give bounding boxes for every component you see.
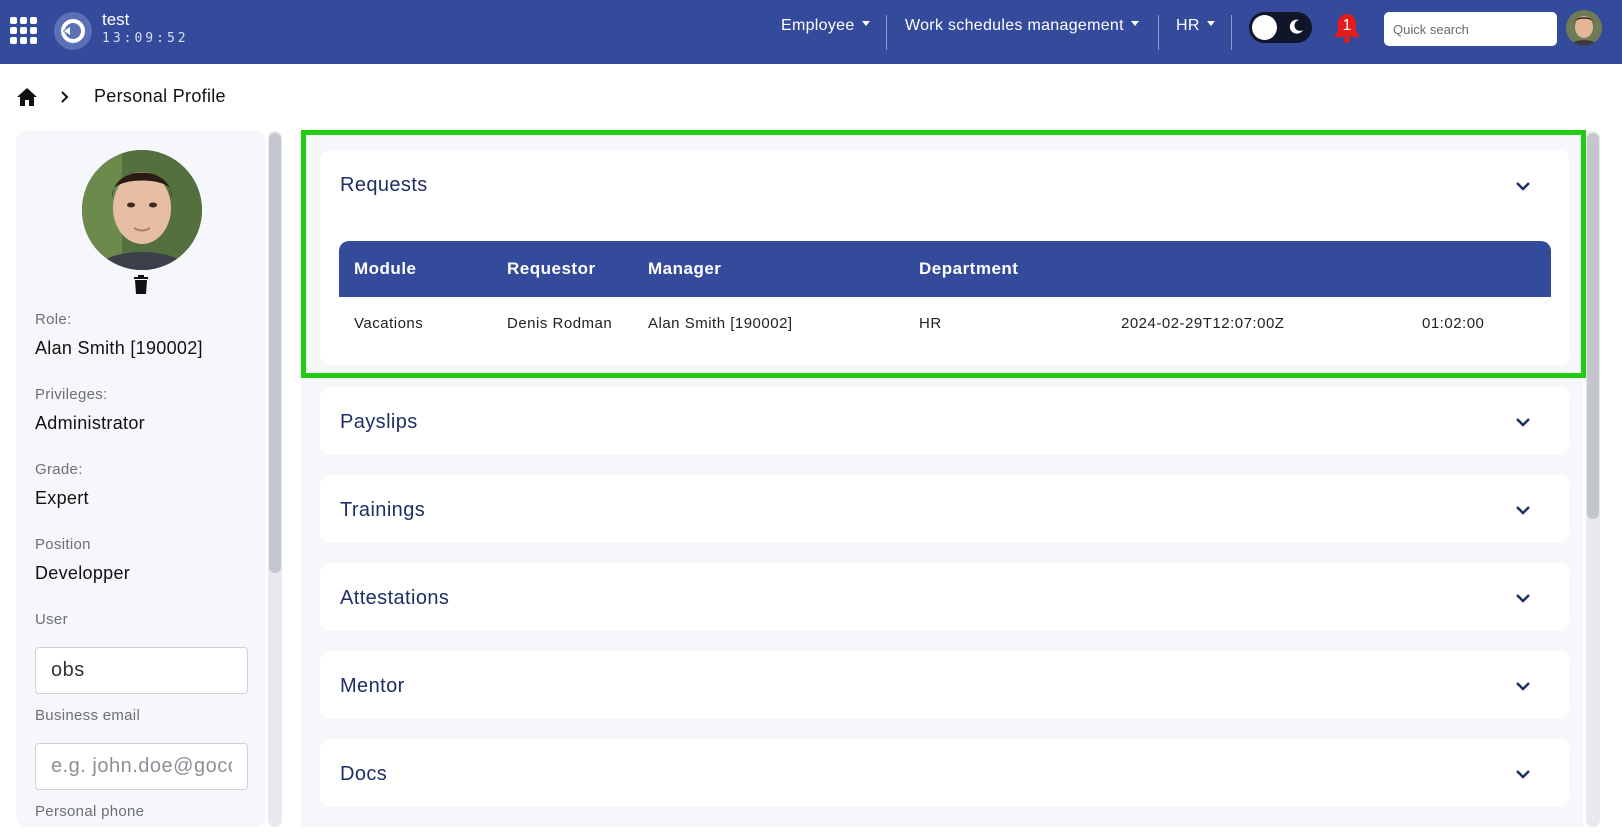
column-header: Requestor bbox=[507, 259, 596, 278]
notification-bell-icon[interactable]: 1 bbox=[1333, 12, 1361, 44]
scrollbar-thumb[interactable] bbox=[269, 133, 281, 573]
profile-photo bbox=[82, 150, 202, 270]
top-navbar: test 13:09:52 Employee Work schedules ma… bbox=[0, 0, 1622, 64]
chevron-down-icon[interactable] bbox=[1515, 769, 1531, 779]
menu-work-schedules[interactable]: Work schedules management bbox=[905, 17, 1139, 39]
profile-panel: Role: Alan Smith [190002] Privileges: Ad… bbox=[16, 131, 266, 827]
mentor-section[interactable]: Mentor bbox=[320, 651, 1569, 719]
chevron-down-icon[interactable] bbox=[1515, 505, 1531, 515]
menu-work-schedules-label: Work schedules management bbox=[905, 17, 1124, 34]
menu-employee-label: Employee bbox=[781, 17, 855, 34]
docs-header[interactable]: Docs bbox=[340, 763, 387, 786]
mentor-header[interactable]: Mentor bbox=[340, 675, 405, 698]
app-title: test bbox=[102, 10, 130, 29]
column-header: Manager bbox=[648, 259, 722, 278]
chevron-down-icon[interactable] bbox=[1515, 593, 1531, 603]
docs-section[interactable]: Docs bbox=[320, 739, 1569, 807]
notification-count: 1 bbox=[1342, 17, 1352, 34]
dark-mode-toggle[interactable] bbox=[1249, 12, 1312, 43]
payslips-section[interactable]: Payslips bbox=[320, 387, 1569, 455]
page-title: Personal Profile bbox=[94, 86, 226, 106]
profile-scrollbar[interactable] bbox=[268, 131, 282, 827]
table-cell: 2024-02-29T12:07:00Z bbox=[1121, 315, 1285, 332]
payslips-header[interactable]: Payslips bbox=[340, 411, 418, 434]
requests-section: Requests Module Requestor Manager Depart… bbox=[320, 150, 1569, 365]
privileges-label: Privileges: bbox=[35, 386, 108, 403]
requests-header[interactable]: Requests bbox=[340, 174, 428, 197]
role-label: Role: bbox=[35, 311, 72, 328]
table-row[interactable]: Vacations Denis Rodman Alan Smith [19000… bbox=[339, 297, 1551, 350]
sections-scrollbar[interactable] bbox=[1586, 131, 1600, 827]
business-email-label: Business email bbox=[35, 707, 141, 724]
privileges-value: Administrator bbox=[35, 413, 145, 433]
menu-divider bbox=[1231, 15, 1232, 50]
table-cell: Alan Smith [190002] bbox=[648, 315, 793, 332]
menu-divider bbox=[886, 15, 887, 50]
position-value: Developper bbox=[35, 563, 131, 583]
scrollbar-thumb[interactable] bbox=[1587, 133, 1599, 519]
home-icon[interactable] bbox=[16, 87, 38, 107]
trainings-section[interactable]: Trainings bbox=[320, 475, 1569, 543]
table-cell: Vacations bbox=[354, 315, 424, 332]
business-email-field[interactable] bbox=[35, 743, 248, 790]
caret-down-icon bbox=[1130, 21, 1139, 27]
quick-search-input[interactable] bbox=[1384, 12, 1557, 46]
chevron-right-icon bbox=[61, 91, 69, 103]
moon-icon bbox=[1289, 19, 1303, 34]
apps-grid-icon[interactable] bbox=[10, 17, 38, 45]
column-header: Department bbox=[919, 259, 1019, 278]
trainings-header[interactable]: Trainings bbox=[340, 499, 425, 522]
chevron-down-icon[interactable] bbox=[1515, 681, 1531, 691]
menu-hr[interactable]: HR bbox=[1176, 17, 1215, 39]
clock: 13:09:52 bbox=[102, 31, 189, 46]
table-cell: HR bbox=[919, 315, 942, 332]
caret-down-icon bbox=[1206, 21, 1215, 27]
caret-down-icon bbox=[861, 21, 870, 27]
table-cell: 01:02:00 bbox=[1422, 315, 1485, 332]
requests-table: Module Requestor Manager Department Vaca… bbox=[339, 241, 1551, 350]
attestations-header[interactable]: Attestations bbox=[340, 587, 449, 610]
table-cell: Denis Rodman bbox=[507, 315, 613, 332]
user-label: User bbox=[35, 611, 68, 628]
toggle-knob bbox=[1252, 15, 1277, 40]
position-label: Position bbox=[35, 536, 91, 553]
user-field[interactable] bbox=[35, 647, 248, 694]
column-header: Module bbox=[354, 259, 417, 278]
table-header: Module Requestor Manager Department bbox=[339, 241, 1551, 297]
grade-label: Grade: bbox=[35, 461, 83, 478]
role-value: Alan Smith [190002] bbox=[35, 338, 203, 358]
trash-icon[interactable] bbox=[133, 275, 149, 294]
user-avatar[interactable] bbox=[1566, 10, 1602, 46]
chevron-down-icon[interactable] bbox=[1515, 181, 1531, 191]
app-logo-icon[interactable] bbox=[54, 12, 92, 50]
grade-value: Expert bbox=[35, 488, 89, 508]
attestations-section[interactable]: Attestations bbox=[320, 563, 1569, 631]
menu-hr-label: HR bbox=[1176, 17, 1200, 34]
menu-divider bbox=[1158, 15, 1159, 50]
chevron-down-icon[interactable] bbox=[1515, 417, 1531, 427]
menu-employee[interactable]: Employee bbox=[781, 17, 870, 39]
personal-phone-label: Personal phone bbox=[35, 803, 145, 820]
